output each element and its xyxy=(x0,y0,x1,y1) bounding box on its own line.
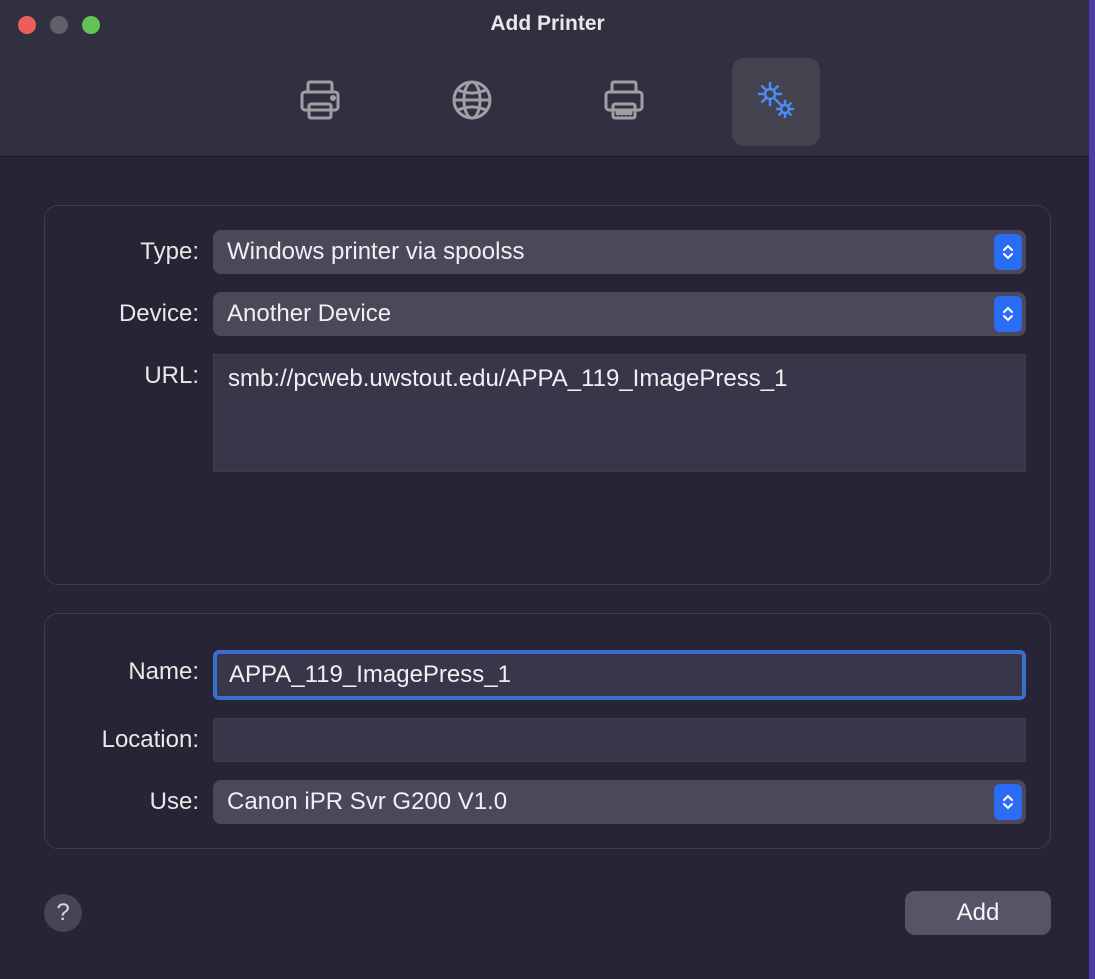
url-label: URL: xyxy=(69,354,213,390)
tab-ip-printer[interactable] xyxy=(428,58,516,146)
tab-windows-printer[interactable] xyxy=(580,58,668,146)
close-window-button[interactable] xyxy=(18,16,36,34)
chevron-up-down-icon xyxy=(994,234,1022,270)
name-label: Name: xyxy=(69,650,213,686)
type-select[interactable]: Windows printer via spoolss xyxy=(213,230,1026,274)
footer: ? Add xyxy=(0,891,1095,935)
use-label: Use: xyxy=(69,780,213,816)
device-value: Another Device xyxy=(227,300,391,328)
device-row: Device: Another Device xyxy=(69,292,1026,336)
titlebar: Add Printer xyxy=(0,0,1095,48)
globe-icon xyxy=(448,76,496,129)
device-select[interactable]: Another Device xyxy=(213,292,1026,336)
maximize-window-button[interactable] xyxy=(82,16,100,34)
printer-network-icon xyxy=(600,76,648,129)
right-edge-decoration xyxy=(1089,0,1095,979)
minimize-window-button[interactable] xyxy=(50,16,68,34)
type-value: Windows printer via spoolss xyxy=(227,238,524,266)
connection-panel: Type: Windows printer via spoolss Device… xyxy=(44,205,1051,585)
add-button-label: Add xyxy=(957,899,1000,927)
name-row: Name: APPA_119_ImagePress_1 xyxy=(69,650,1026,700)
toolbar xyxy=(0,48,1095,157)
location-input[interactable] xyxy=(213,718,1026,762)
use-row: Use: Canon iPR Svr G200 V1.0 xyxy=(69,780,1026,824)
url-value: smb://pcweb.uwstout.edu/APPA_119_ImagePr… xyxy=(228,365,787,392)
add-button[interactable]: Add xyxy=(905,891,1051,935)
gears-icon xyxy=(752,76,800,129)
content-area: Type: Windows printer via spoolss Device… xyxy=(0,157,1095,897)
printer-icon xyxy=(296,76,344,129)
type-row: Type: Windows printer via spoolss xyxy=(69,230,1026,274)
type-label: Type: xyxy=(69,230,213,266)
tab-advanced[interactable] xyxy=(732,58,820,146)
location-label: Location: xyxy=(69,718,213,754)
name-value: APPA_119_ImagePress_1 xyxy=(229,661,511,689)
tab-default-printer[interactable] xyxy=(276,58,364,146)
chevron-up-down-icon xyxy=(994,296,1022,332)
traffic-lights xyxy=(18,16,100,34)
chevron-up-down-icon xyxy=(994,784,1022,820)
url-row: URL: smb://pcweb.uwstout.edu/APPA_119_Im… xyxy=(69,354,1026,472)
url-input[interactable]: smb://pcweb.uwstout.edu/APPA_119_ImagePr… xyxy=(213,354,1026,472)
use-select[interactable]: Canon iPR Svr G200 V1.0 xyxy=(213,780,1026,824)
use-value: Canon iPR Svr G200 V1.0 xyxy=(227,788,507,816)
location-row: Location: xyxy=(69,718,1026,762)
help-button[interactable]: ? xyxy=(44,894,82,932)
details-panel: Name: APPA_119_ImagePress_1 Location: Us… xyxy=(44,613,1051,849)
help-icon: ? xyxy=(56,899,69,927)
device-label: Device: xyxy=(69,292,213,328)
name-input[interactable]: APPA_119_ImagePress_1 xyxy=(213,650,1026,700)
window-title: Add Printer xyxy=(0,12,1095,36)
